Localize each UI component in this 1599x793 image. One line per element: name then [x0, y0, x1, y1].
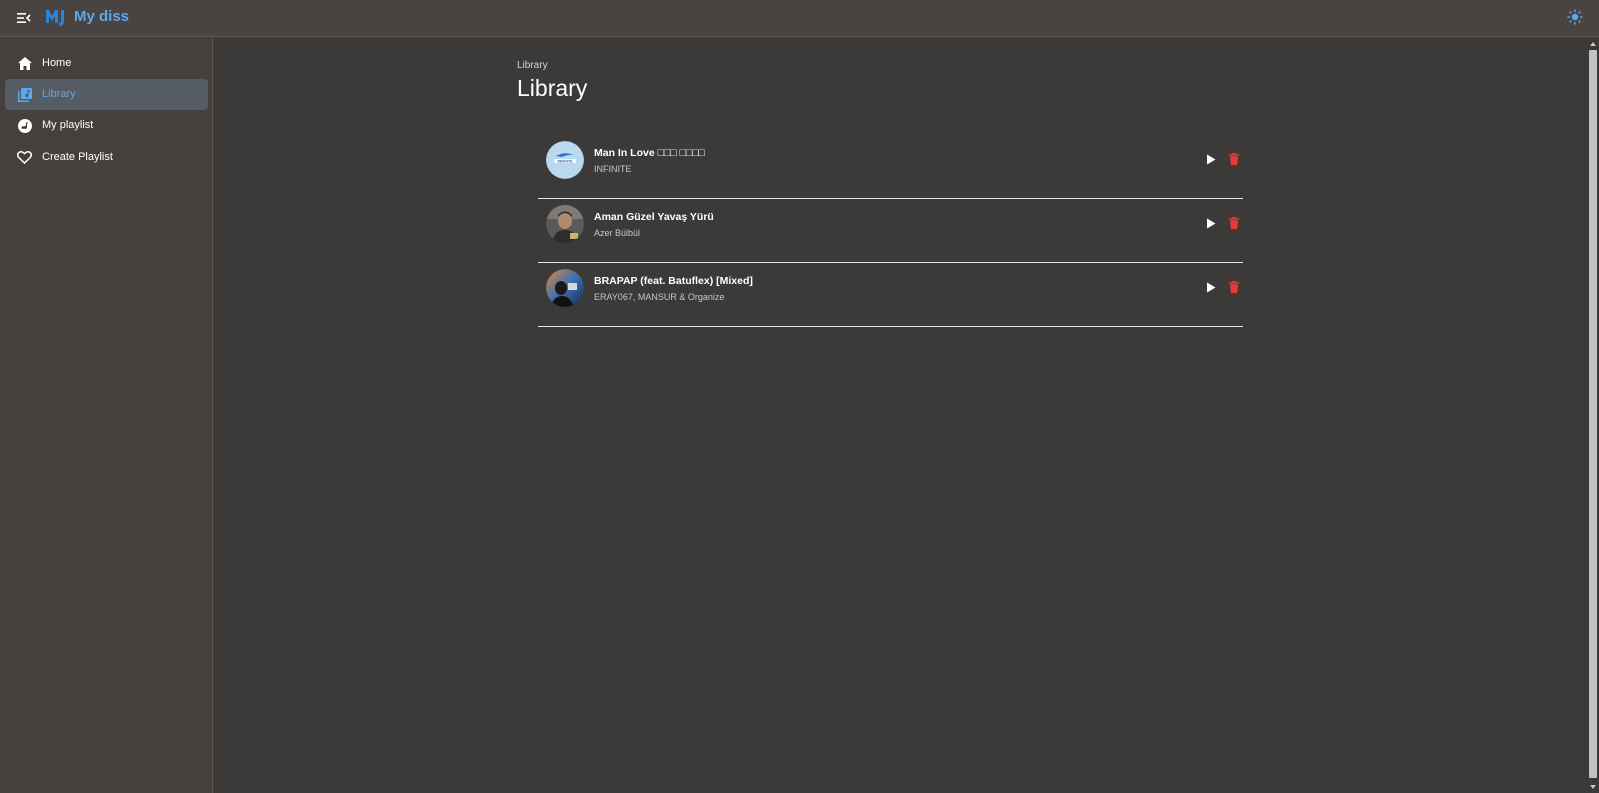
track-title: Aman Güzel Yavaş Yürü — [594, 211, 714, 223]
sidebar-item-label: My playlist — [42, 119, 94, 131]
track-row[interactable]: INFINITE Man In Love □□□ □□□□ INFINITE — [538, 135, 1243, 199]
sidebar-item-home[interactable]: Home — [5, 48, 208, 79]
play-button[interactable] — [1206, 280, 1216, 298]
play-button[interactable] — [1206, 152, 1216, 170]
logo-icon — [46, 10, 64, 26]
play-icon — [1207, 154, 1216, 165]
trash-icon — [1229, 153, 1239, 165]
infinite-logo-thumbnail: INFINITE — [546, 141, 584, 179]
sidebar-item-library[interactable]: Library — [5, 79, 208, 110]
delete-button[interactable] — [1229, 280, 1239, 298]
sidebar: Home Library My playlist Create Playlist — [0, 38, 213, 793]
page-title: Library — [517, 75, 588, 101]
album-art-thumbnail — [546, 269, 584, 307]
library-music-icon — [16, 86, 33, 103]
main-content: Library Library INFINITE Man In Love □□□… — [214, 38, 1584, 793]
delete-button[interactable] — [1229, 216, 1239, 234]
track-row[interactable]: Aman Güzel Yavaş Yürü Azer Bülbül — [538, 199, 1243, 263]
track-artist: ERAY067, MANSUR & Organize — [594, 292, 725, 302]
artist-photo-thumbnail — [546, 205, 584, 243]
album-icon — [16, 117, 33, 134]
menu-open-icon — [17, 13, 31, 23]
sun-icon — [1567, 9, 1583, 25]
sidebar-item-label: Home — [42, 57, 72, 69]
track-title: BRAPAP (feat. Batuflex) [Mixed] — [594, 275, 753, 287]
play-icon — [1207, 218, 1216, 229]
track-row[interactable]: BRAPAP (feat. Batuflex) [Mixed] ERAY067,… — [538, 263, 1243, 327]
delete-button[interactable] — [1229, 152, 1239, 170]
svg-text:INFINITE: INFINITE — [558, 159, 574, 163]
sidebar-item-create-playlist[interactable]: Create Playlist — [5, 142, 208, 173]
sidebar-item-label: Library — [42, 88, 76, 100]
heart-outline-icon — [16, 149, 33, 166]
app-logo[interactable] — [44, 5, 68, 29]
app-title[interactable]: My diss — [74, 7, 129, 27]
sidebar-item-my-playlist[interactable]: My playlist — [5, 110, 208, 141]
trash-icon — [1229, 217, 1239, 229]
theme-toggle-button[interactable] — [1564, 6, 1586, 28]
track-title: Man In Love □□□ □□□□ — [594, 147, 705, 159]
track-list: INFINITE Man In Love □□□ □□□□ INFINITE A… — [538, 135, 1243, 327]
vertical-scrollbar[interactable] — [1587, 38, 1599, 793]
app-bar: My diss — [0, 0, 1599, 37]
menu-toggle-button[interactable] — [14, 8, 34, 28]
home-icon — [16, 55, 33, 72]
scroll-down-arrow-icon[interactable] — [1590, 785, 1596, 789]
scroll-up-arrow-icon[interactable] — [1590, 42, 1596, 46]
scroll-thumb[interactable] — [1589, 50, 1597, 778]
breadcrumb: Library — [517, 60, 548, 71]
play-button[interactable] — [1206, 216, 1216, 234]
trash-icon — [1229, 281, 1239, 293]
play-icon — [1207, 282, 1216, 293]
track-artist: INFINITE — [594, 164, 632, 174]
track-artist: Azer Bülbül — [594, 228, 641, 238]
sidebar-item-label: Create Playlist — [42, 151, 113, 163]
